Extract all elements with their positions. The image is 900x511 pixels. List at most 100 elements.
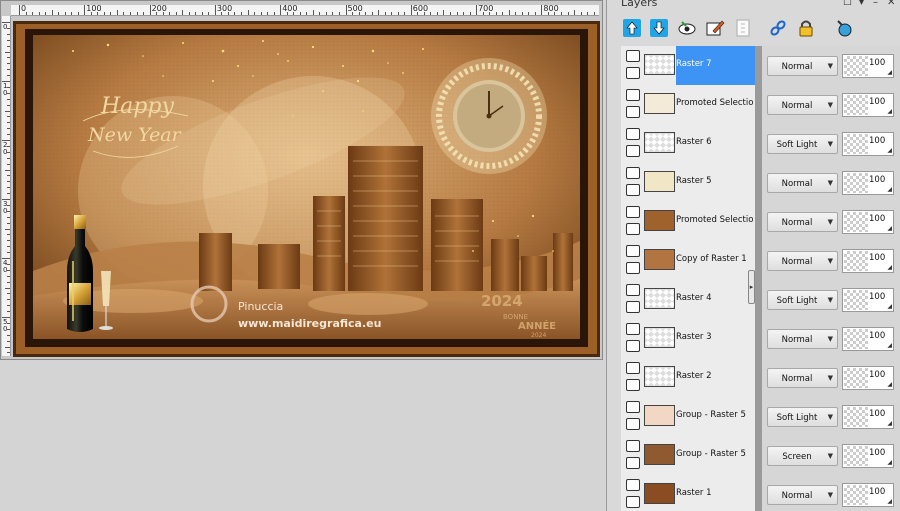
column-divider <box>755 397 762 436</box>
opacity-field[interactable]: 100 ◢ <box>842 171 894 195</box>
blend-mode-dropdown[interactable]: Normal ▼ <box>767 485 838 505</box>
palette-splitter-handle[interactable]: ▸ <box>748 270 755 304</box>
link-layers-button[interactable] <box>767 17 789 39</box>
blend-mode-dropdown[interactable]: Soft Light ▼ <box>767 407 838 427</box>
ruler-tick <box>5 110 10 112</box>
column-divider <box>755 358 762 397</box>
lock-transparency-button[interactable] <box>795 17 817 39</box>
layer-name-cell[interactable]: Raster 5 <box>621 163 755 202</box>
ruler-label: 400 <box>282 5 298 13</box>
layer-type-icon[interactable] <box>626 362 640 374</box>
layer-name-cell[interactable]: Promoted Selection <box>621 85 755 124</box>
clock-ornament <box>431 58 547 174</box>
layer-type-icon[interactable] <box>626 50 640 62</box>
opacity-field[interactable]: 100 ◢ <box>842 132 894 156</box>
eye-icon[interactable] <box>626 301 640 313</box>
layer-name-cell[interactable]: Raster 6 <box>621 124 755 163</box>
blend-mode-dropdown[interactable]: Normal ▼ <box>767 329 838 349</box>
eye-icon[interactable] <box>626 496 640 508</box>
layer-type-icon[interactable] <box>626 167 640 179</box>
dropdown-icon[interactable]: ▾ <box>859 0 864 8</box>
layer-row[interactable]: Raster 4 Soft Light ▼ 100 ◢ <box>621 280 900 319</box>
opacity-field[interactable]: 100 ◢ <box>842 327 894 351</box>
eye-icon[interactable] <box>626 457 640 469</box>
layer-row[interactable]: Raster 7 Normal ▼ 100 ◢ <box>621 46 900 85</box>
layer-type-icon[interactable] <box>626 323 640 335</box>
opacity-field[interactable]: 100 ◢ <box>842 366 894 390</box>
layer-row[interactable]: Copy of Raster 1 Normal ▼ 100 ◢ <box>621 241 900 280</box>
opacity-field[interactable]: 100 ◢ <box>842 93 894 117</box>
pin-icon[interactable]: – <box>873 0 878 8</box>
eye-icon[interactable] <box>626 184 640 196</box>
layer-icons <box>625 128 641 160</box>
layer-name-cell[interactable]: Copy of Raster 1 <box>621 241 755 280</box>
layer-row[interactable]: Group - Raster 5 Soft Light ▼ 100 ◢ <box>621 397 900 436</box>
blend-mode-dropdown[interactable]: Normal ▼ <box>767 212 838 232</box>
layer-row[interactable]: Raster 5 Normal ▼ 100 ◢ <box>621 163 900 202</box>
move-layer-up-button[interactable] <box>621 17 643 39</box>
blend-mode-dropdown[interactable]: Soft Light ▼ <box>767 290 838 310</box>
layer-name-cell[interactable]: Group - Raster 5 <box>621 436 755 475</box>
layer-type-icon[interactable] <box>626 479 640 491</box>
ruler-tick <box>476 5 478 15</box>
ruler-tick <box>7 163 10 165</box>
layer-type-icon[interactable] <box>626 284 640 296</box>
layer-type-icon[interactable] <box>626 440 640 452</box>
layer-row[interactable]: Raster 2 Normal ▼ 100 ◢ <box>621 358 900 397</box>
layer-name-cell[interactable]: Raster 3 <box>621 319 755 358</box>
eye-icon[interactable] <box>626 223 640 235</box>
layer-thumbnail <box>644 405 675 426</box>
layer-icons <box>625 206 641 238</box>
ruler-tick <box>7 240 10 242</box>
layer-name-cell[interactable]: Raster 4 <box>621 280 755 319</box>
layer-type-icon[interactable] <box>626 245 640 257</box>
eye-icon[interactable] <box>626 262 640 274</box>
opacity-field[interactable]: 100 ◢ <box>842 483 894 507</box>
eye-icon[interactable] <box>626 106 640 118</box>
opacity-field[interactable]: 100 ◢ <box>842 405 894 429</box>
blend-mode-dropdown[interactable]: Normal ▼ <box>767 251 838 271</box>
restore-icon[interactable]: ☐ <box>843 0 852 8</box>
eye-icon[interactable] <box>626 340 640 352</box>
eye-icon[interactable] <box>626 418 640 430</box>
blend-mode-dropdown[interactable]: Screen ▼ <box>767 446 838 466</box>
layer-name-cell[interactable]: Group - Raster 5 <box>621 397 755 436</box>
blend-mode-dropdown[interactable]: Normal ▼ <box>767 56 838 76</box>
layer-row[interactable]: Raster 3 Normal ▼ 100 ◢ <box>621 319 900 358</box>
layer-row[interactable]: Raster 1 Normal ▼ 100 ◢ <box>621 475 900 511</box>
move-layer-down-button[interactable] <box>648 17 670 39</box>
opacity-value: 100 <box>869 409 886 419</box>
close-icon[interactable]: ✕ <box>887 0 895 8</box>
layer-name-cell[interactable]: Raster 7 <box>621 46 755 85</box>
layer-type-icon[interactable] <box>626 206 640 218</box>
layer-name-cell[interactable]: Promoted Selection <box>621 202 755 241</box>
blend-mode-dropdown[interactable]: Normal ▼ <box>767 95 838 115</box>
image-canvas[interactable]: Happy New Year Pinuccia www.maidiregrafi… <box>13 21 600 357</box>
eye-icon[interactable] <box>626 67 640 79</box>
opacity-field[interactable]: 100 ◢ <box>842 54 894 78</box>
layer-row[interactable]: Promoted Selection Normal ▼ 100 ◢ <box>621 202 900 241</box>
layer-type-icon[interactable] <box>626 128 640 140</box>
layer-row[interactable]: Promoted Selection Normal ▼ 100 ◢ <box>621 85 900 124</box>
toggle-visibility-button[interactable] <box>676 17 698 39</box>
blend-mode-dropdown[interactable]: Soft Light ▼ <box>767 134 838 154</box>
edit-layer-button[interactable] <box>704 17 726 39</box>
blend-mode-dropdown[interactable]: Normal ▼ <box>767 368 838 388</box>
layer-type-icon[interactable] <box>626 401 640 413</box>
layer-properties-button[interactable] <box>732 17 754 39</box>
layer-name-cell[interactable]: Raster 2 <box>621 358 755 397</box>
opacity-field[interactable]: 100 ◢ <box>842 249 894 273</box>
layer-row[interactable]: Raster 6 Soft Light ▼ 100 ◢ <box>621 124 900 163</box>
eye-icon[interactable] <box>626 379 640 391</box>
eye-icon[interactable] <box>626 145 640 157</box>
layer-options-button[interactable] <box>833 17 855 39</box>
layer-row[interactable]: Group - Raster 5 Screen ▼ 100 ◢ <box>621 436 900 475</box>
blend-mode-dropdown[interactable]: Normal ▼ <box>767 173 838 193</box>
layer-type-icon[interactable] <box>626 89 640 101</box>
opacity-field[interactable]: 100 ◢ <box>842 444 894 468</box>
opacity-field[interactable]: 100 ◢ <box>842 288 894 312</box>
ruler-tick <box>593 12 595 15</box>
layer-name: Raster 3 <box>676 332 712 342</box>
opacity-field[interactable]: 100 ◢ <box>842 210 894 234</box>
layer-name-cell[interactable]: Raster 1 <box>621 475 755 511</box>
